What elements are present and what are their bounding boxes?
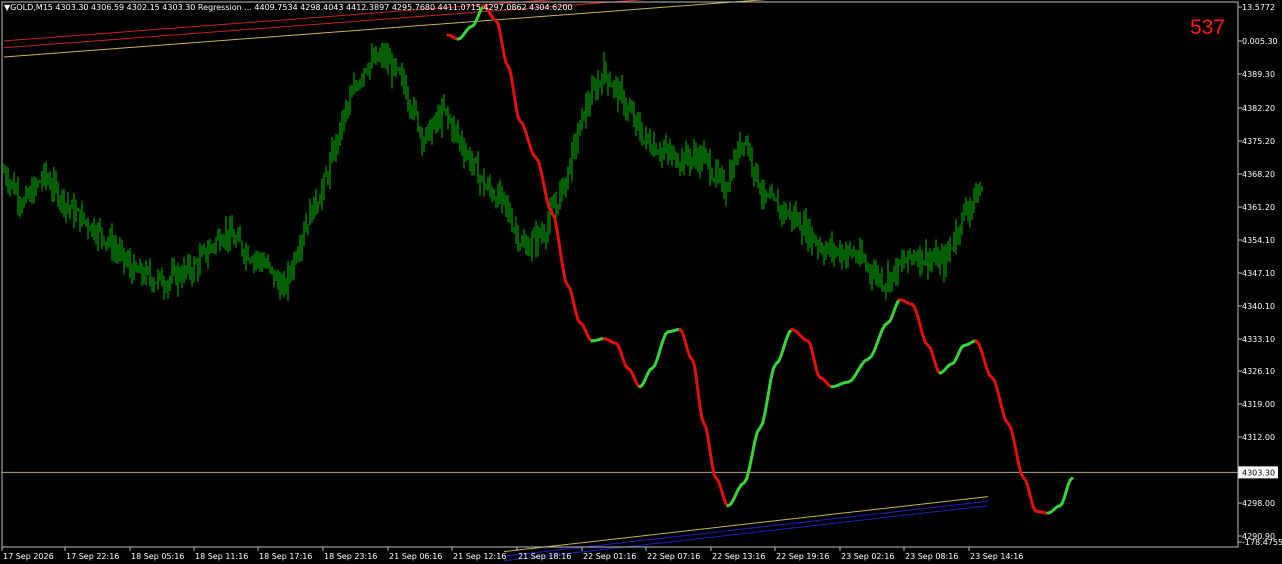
last-price-label: 4303.30 (1242, 468, 1275, 477)
candlestick-bars (3, 42, 983, 302)
y-tick-label: 4354.10 (1242, 236, 1275, 245)
x-tick-label: 17 Sep 2026 (3, 552, 54, 561)
curve-segment-down (514, 105, 520, 119)
curve-segment-down (500, 41, 506, 56)
curve-segment-down (558, 247, 565, 269)
x-tick-label: 18 Sep 17:16 (259, 552, 312, 561)
x-tick-label: 23 Sep 14:16 (970, 552, 1023, 561)
x-tick-label: 22 Sep 07:16 (647, 552, 700, 561)
curve-segment-up (769, 367, 775, 382)
curve-segment-up (1068, 476, 1074, 482)
curve-segment-down (706, 436, 712, 453)
chart-header: ▼GOLD,M15 4303.30 4306.59 4302.15 4303.3… (4, 3, 573, 12)
curve-segment-down (698, 405, 704, 421)
curve-segment-down (1011, 436, 1018, 453)
curve-segment-down (998, 398, 1005, 413)
curve-segment-up (747, 453, 754, 471)
curve-segment-up (745, 467, 751, 481)
curve-segment-down (510, 78, 516, 96)
curve-segment-down (542, 183, 549, 200)
price-chart[interactable]: 13.5772 0.005.30 4389.30 4382.20 4375.20 4368… (0, 0, 1282, 564)
curve-segment-down (498, 30, 504, 45)
y-tick-label: 4319.00 (1242, 400, 1275, 409)
curve-segment-up (753, 430, 759, 444)
channel-lower-yellow-line (503, 496, 989, 553)
x-tick-label: 18 Sep 23:16 (324, 552, 377, 561)
y-tick-label: 4389.30 (1242, 70, 1275, 79)
curve-segment-down (512, 92, 518, 109)
y-tick-label: 4298.00 (1242, 499, 1275, 508)
curve-segment-up (750, 440, 757, 457)
x-tick-label: 21 Sep 06:16 (389, 552, 442, 561)
x-tick-label: 18 Sep 11:16 (195, 552, 248, 561)
bar-counter: 537 (1189, 16, 1225, 39)
regression-curve (446, 5, 1074, 515)
y-tick-label: 4347.10 (1242, 269, 1275, 278)
y-tick-label: 4326.10 (1242, 367, 1275, 376)
y-tick-label: 0.005.30 (1242, 37, 1278, 46)
curve-segment-down (692, 362, 698, 378)
curve-segment-down (918, 323, 925, 337)
curve-segment-down (704, 425, 710, 440)
curve-segment-down (561, 265, 567, 283)
curve-segment-down (508, 68, 514, 82)
y-axis: 13.5772 0.005.30 4389.30 4382.20 4375.20 4368… (1238, 3, 1282, 547)
x-tick-label: 21 Sep 18:16 (518, 552, 571, 561)
channel-lower-blue-line (503, 500, 989, 557)
y-tick-label: -178.4755 (1242, 538, 1282, 547)
curve-segment-down (694, 374, 700, 393)
curve-segment-up (761, 409, 767, 425)
curve-segment-down (553, 216, 559, 234)
curve-segment-down (537, 160, 543, 174)
y-tick-label: 4361.20 (1242, 203, 1275, 212)
x-tick-label: 21 Sep 12:16 (453, 552, 506, 561)
curve-segment-down (545, 196, 551, 211)
y-tick-label: 4382.20 (1242, 104, 1275, 113)
x-tick-label: 22 Sep 19:16 (776, 552, 829, 561)
x-tick-label: 22 Sep 01:16 (583, 552, 636, 561)
x-tick-label: 23 Sep 08:16 (905, 552, 958, 561)
curve-segment-down (555, 230, 562, 251)
y-tick-label: 4312.00 (1242, 433, 1275, 442)
x-tick-label: 23 Sep 02:16 (841, 552, 894, 561)
curve-segment-down (710, 462, 716, 476)
curve-segment-down (539, 170, 546, 187)
x-tick-label: 17 Sep 22:16 (66, 552, 119, 561)
curve-segment-down (696, 389, 702, 409)
curve-segment-down (915, 313, 922, 327)
x-tick-label: 18 Sep 05:16 (131, 552, 184, 561)
curve-segment-up (766, 378, 773, 398)
curve-segment-down (995, 387, 1002, 402)
y-tick-label: 4333.10 (1242, 335, 1275, 344)
y-tick-label: 4340.10 (1242, 302, 1275, 311)
x-axis: 17 Sep 2026 17 Sep 22:16 18 Sep 05:16 18 Se… (1, 547, 1023, 561)
curve-segment-down (1014, 449, 1021, 466)
curve-segment-up (763, 394, 770, 413)
curve-segment-down (708, 449, 714, 466)
curve-segment-down (1009, 425, 1015, 440)
x-tick-label: 22 Sep 13:16 (712, 552, 765, 561)
y-tick-label: 4375.20 (1242, 137, 1275, 146)
y-tick-label: 13.5772 (1242, 3, 1275, 12)
y-tick-label: 4368.20 (1242, 170, 1275, 179)
